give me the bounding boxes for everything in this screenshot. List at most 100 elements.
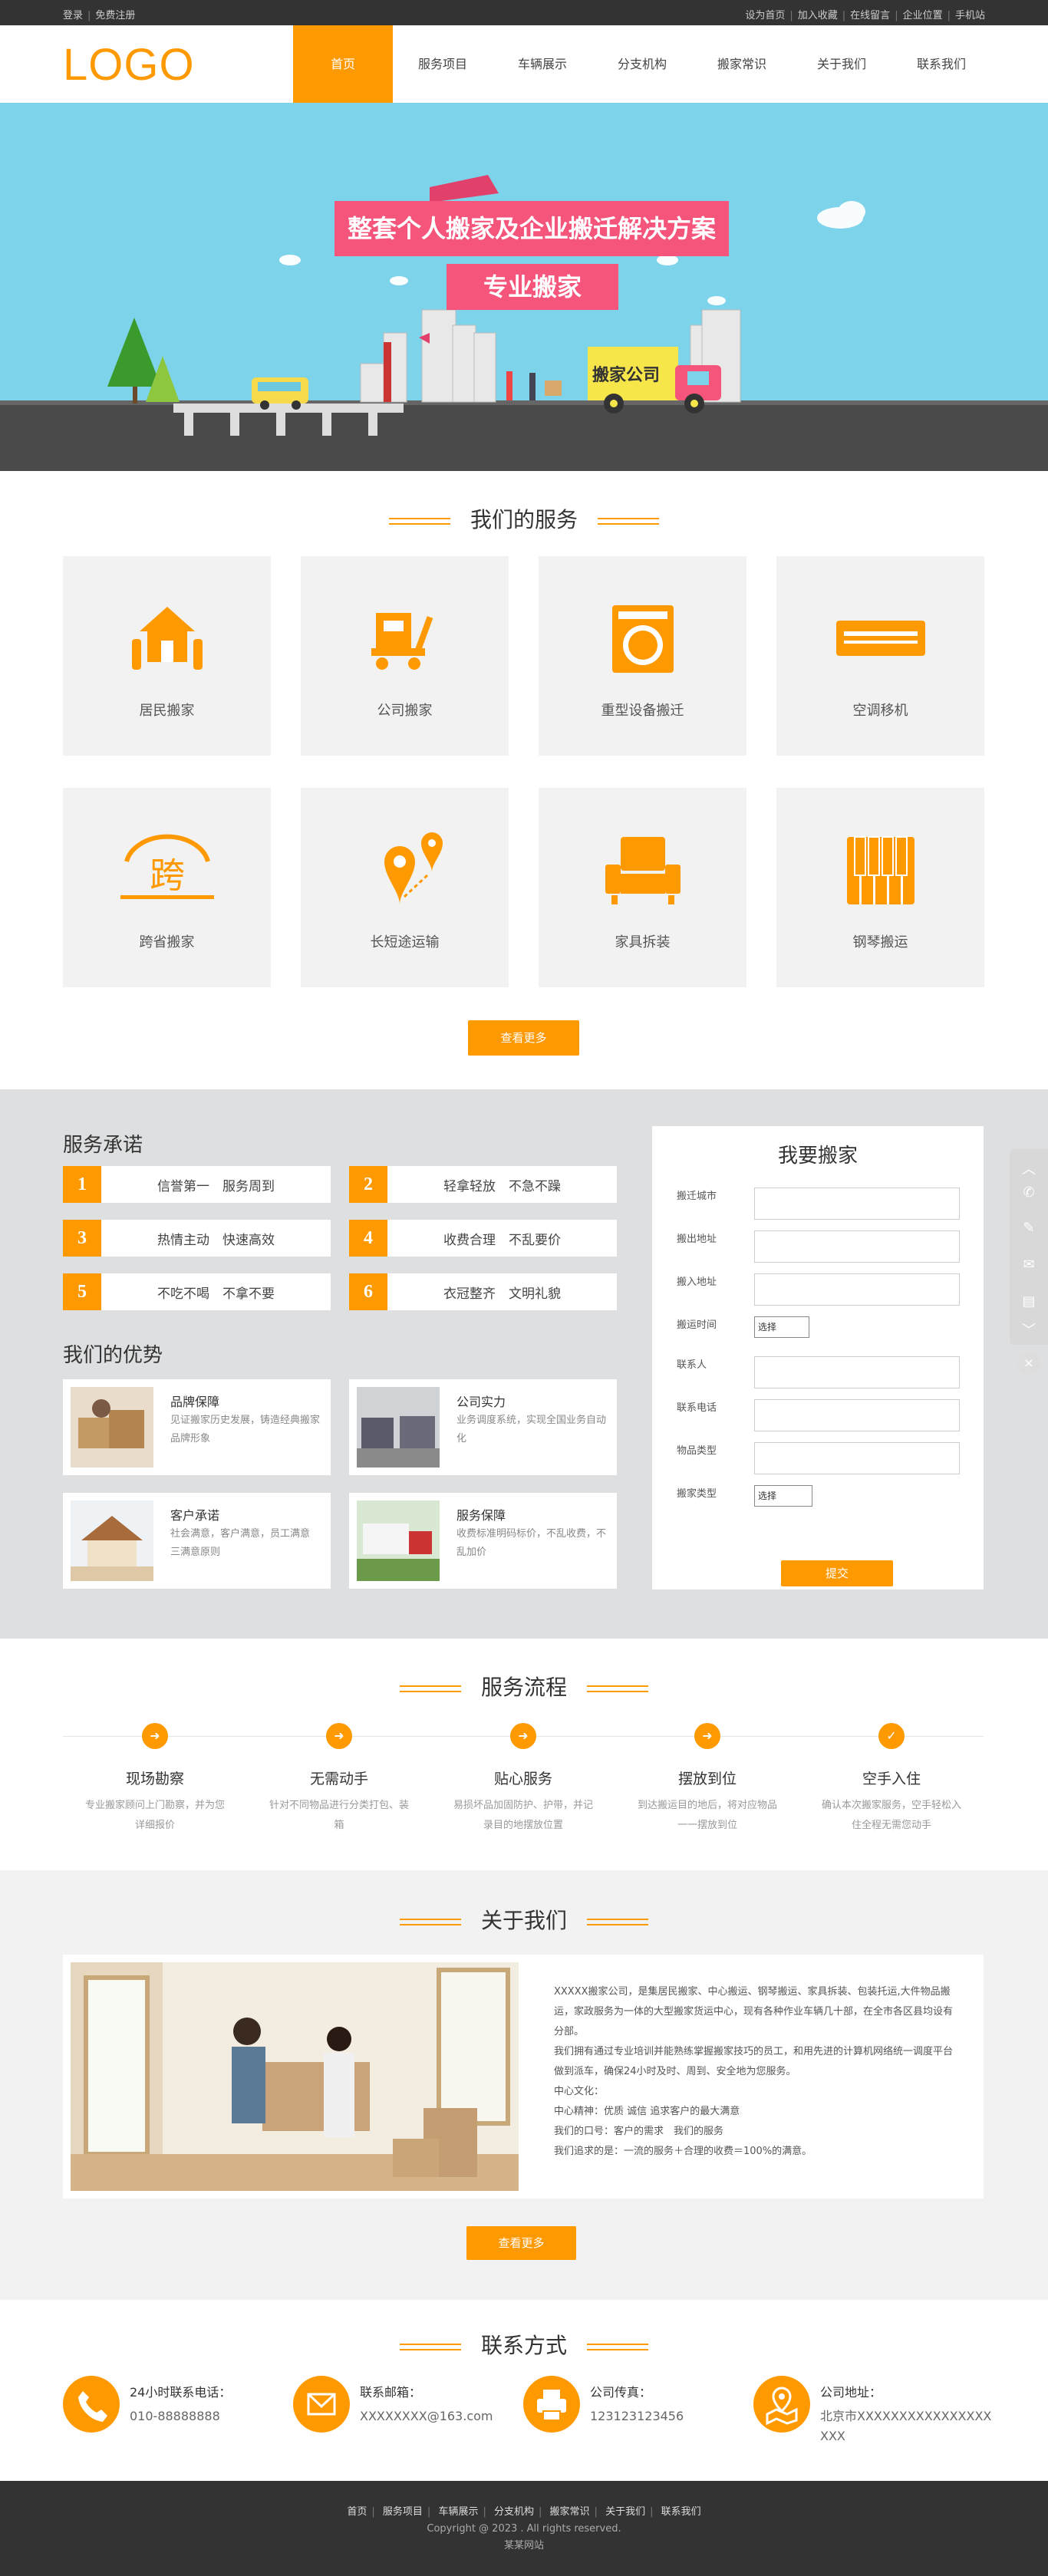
air-conditioner-icon (776, 601, 984, 677)
edit-icon[interactable]: ✎ (1020, 1220, 1038, 1238)
advantage-desc: 社会满意，客户满意，员工满意 三满意原则 (170, 1528, 311, 1558)
contact-label: 24小时联系电话： (130, 2385, 232, 2400)
service-card[interactable]: 重型设备搬迁 (539, 556, 746, 756)
map-icon[interactable]: ▤ (1020, 1293, 1038, 1312)
service-label: 居民搬家 (139, 703, 195, 719)
nav-home[interactable]: 首页 (293, 25, 393, 103)
service-card[interactable]: 跨 跨省搬家 (63, 788, 271, 987)
nav-contact[interactable]: 联系我们 (891, 25, 991, 103)
chevron-down-icon[interactable]: ﹀ (1020, 1319, 1038, 1339)
from-address-input[interactable] (754, 1230, 960, 1263)
promise-item: 6 衣冠整齐 文明礼貌 (349, 1273, 617, 1310)
contact-input[interactable] (754, 1356, 960, 1388)
to-address-input[interactable] (754, 1273, 960, 1306)
top-bar-left: 登录 | 免费注册 (63, 10, 136, 21)
login-link[interactable]: 登录 (63, 10, 83, 21)
service-card[interactable]: 公司搬家 (301, 556, 509, 756)
svg-text:跨: 跨 (150, 855, 185, 896)
contact-value: 123123123456 (590, 2409, 684, 2423)
footer-link[interactable]: 分支机构 (494, 2506, 534, 2518)
field-label: 物品类型 (677, 1445, 717, 1457)
mail-icon (293, 2376, 350, 2433)
advantage-desc: 业务调度系统，实现全国业务自动化 (456, 1415, 607, 1444)
process-step: ➜ 现场勘察 专业搬家顾问上门勘察，并为您详细报价 (63, 1723, 247, 1836)
step-desc: 专业搬家顾问上门勘察，并为您详细报价 (84, 1800, 225, 1831)
field-label: 搬出地址 (677, 1234, 717, 1245)
close-icon[interactable]: × (1017, 1352, 1040, 1375)
services-more-button[interactable]: 查看更多 (468, 1020, 579, 1056)
footer-link[interactable]: 搬家常识 (550, 2506, 590, 2518)
field-label: 搬家类型 (677, 1488, 717, 1500)
phone-icon[interactable]: ✆ (1020, 1184, 1038, 1203)
move-type-select[interactable]: 选择 (754, 1485, 812, 1507)
advantage-desc: 见证搬家历史发展，铸造经典搬家品牌形象 (170, 1415, 321, 1444)
process-step: ➜ 无需动手 针对不同物品进行分类打包、装箱 (247, 1723, 431, 1836)
time-select[interactable]: 选择 (754, 1316, 809, 1338)
advantage-card[interactable]: 公司实力 业务调度系统，实现全国业务自动化 (349, 1379, 617, 1475)
submit-button[interactable]: 提交 (781, 1560, 893, 1586)
phone-input[interactable] (754, 1399, 960, 1431)
nav-branches[interactable]: 分支机构 (592, 25, 692, 103)
form-title: 我要搬家 (777, 1145, 858, 1168)
route-pin-icon (301, 832, 509, 909)
footer-link[interactable]: 关于我们 (605, 2506, 645, 2518)
about-photo (71, 1962, 519, 2191)
mobile-link[interactable]: 手机站 (955, 10, 985, 21)
about-section-title: 关于我们 (0, 1904, 1048, 1935)
advantage-card[interactable]: 客户承诺 社会满意，客户满意，员工满意 三满意原则 (63, 1493, 331, 1589)
fleet-photo (357, 1387, 440, 1468)
nav-vehicles[interactable]: 车辆展示 (493, 25, 592, 103)
main-nav: 首页 服务项目 车辆展示 分支机构 搬家常识 关于我们 联系我们 (293, 25, 991, 103)
service-card[interactable]: 家具拆装 (539, 788, 746, 987)
promise-number: 6 (349, 1273, 387, 1310)
about-box: XXXXX搬家公司，是集居民搬家、中心搬运、钢琴搬运、家具拆装、包装托运,大件物… (63, 1955, 984, 2199)
service-card[interactable]: 长短途运输 (301, 788, 509, 987)
service-label: 跨省搬家 (139, 934, 195, 950)
services-section-title: 我们的服务 (0, 503, 1048, 534)
advantage-card[interactable]: 品牌保障 见证搬家历史发展，铸造经典搬家品牌形象 (63, 1379, 331, 1475)
step-desc: 到达搬运目的地后，将对应物品一一摆放到位 (637, 1800, 777, 1831)
service-card[interactable]: 空调移机 (776, 556, 984, 756)
logo[interactable]: LOGO (63, 39, 195, 91)
footer-link[interactable]: 联系我们 (661, 2506, 701, 2518)
footer-link[interactable]: 服务项目 (383, 2506, 423, 2518)
nav-about[interactable]: 关于我们 (792, 25, 891, 103)
about-paragraph: 中心精神：优质 诚信 追求客户的最大满意 (554, 2106, 740, 2117)
mail-icon[interactable]: ✉ (1020, 1257, 1038, 1275)
message-link[interactable]: 在线留言 (850, 10, 890, 21)
city-input[interactable] (754, 1188, 960, 1220)
advantages-title: 我们的优势 (63, 1344, 163, 1367)
side-float-toolbar: ︿ ✆ ✎ ✉ ▤ ﹀ (1010, 1149, 1048, 1345)
moving-request-form: 我要搬家 搬迁城市 搬出地址 搬入地址 搬运时间 选择 联系人 联系电话 物品类… (652, 1126, 984, 1589)
about-paragraph: XXXXX搬家公司，是集居民搬家、中心搬运、钢琴搬运、家具拆装、包装托运,大件物… (554, 1986, 954, 2037)
advantage-card[interactable]: 服务保障 收费标准明码标价，不乱收费，不乱加价 (349, 1493, 617, 1589)
service-card[interactable]: 钢琴搬运 (776, 788, 984, 987)
piano-keys-icon (776, 832, 984, 909)
brand-photo (71, 1387, 153, 1468)
process-section-title: 服务流程 (0, 1671, 1048, 1701)
register-link[interactable]: 免费注册 (95, 10, 135, 21)
about-more-button[interactable]: 查看更多 (466, 2226, 576, 2260)
service-card[interactable]: 居民搬家 (63, 556, 271, 756)
footer-link[interactable]: 首页 (347, 2506, 367, 2518)
field-label: 搬入地址 (677, 1276, 717, 1288)
nav-services[interactable]: 服务项目 (393, 25, 493, 103)
step-title: 现场勘察 (125, 1771, 184, 1787)
footer-links: 首页 | 服务项目 | 车辆展示 | 分支机构 | 搬家常识 | 关于我们 | 联系我们 (347, 2506, 701, 2518)
step-desc: 确认本次搬家服务，空手轻松入住全程无需您动手 (821, 1800, 961, 1831)
about-title-text: 关于我们 (480, 1908, 567, 1933)
add-favorite-link[interactable]: 加入收藏 (798, 10, 838, 21)
location-icon (753, 2376, 810, 2433)
promise-item: 3 热情主动 快速高效 (63, 1220, 331, 1257)
promise-title: 服务承诺 (63, 1134, 143, 1157)
promise-number: 5 (63, 1273, 101, 1310)
nav-tips[interactable]: 搬家常识 (692, 25, 792, 103)
promise-number: 2 (349, 1166, 387, 1203)
arrow-right-icon: ➜ (326, 1723, 352, 1749)
chevron-up-icon[interactable]: ︿ (1020, 1158, 1038, 1178)
arrow-right-icon: ➜ (510, 1723, 536, 1749)
location-link[interactable]: 企业位置 (903, 10, 943, 21)
item-type-input[interactable] (754, 1442, 960, 1474)
footer-link[interactable]: 车辆展示 (438, 2506, 478, 2518)
set-homepage-link[interactable]: 设为首页 (745, 10, 785, 21)
